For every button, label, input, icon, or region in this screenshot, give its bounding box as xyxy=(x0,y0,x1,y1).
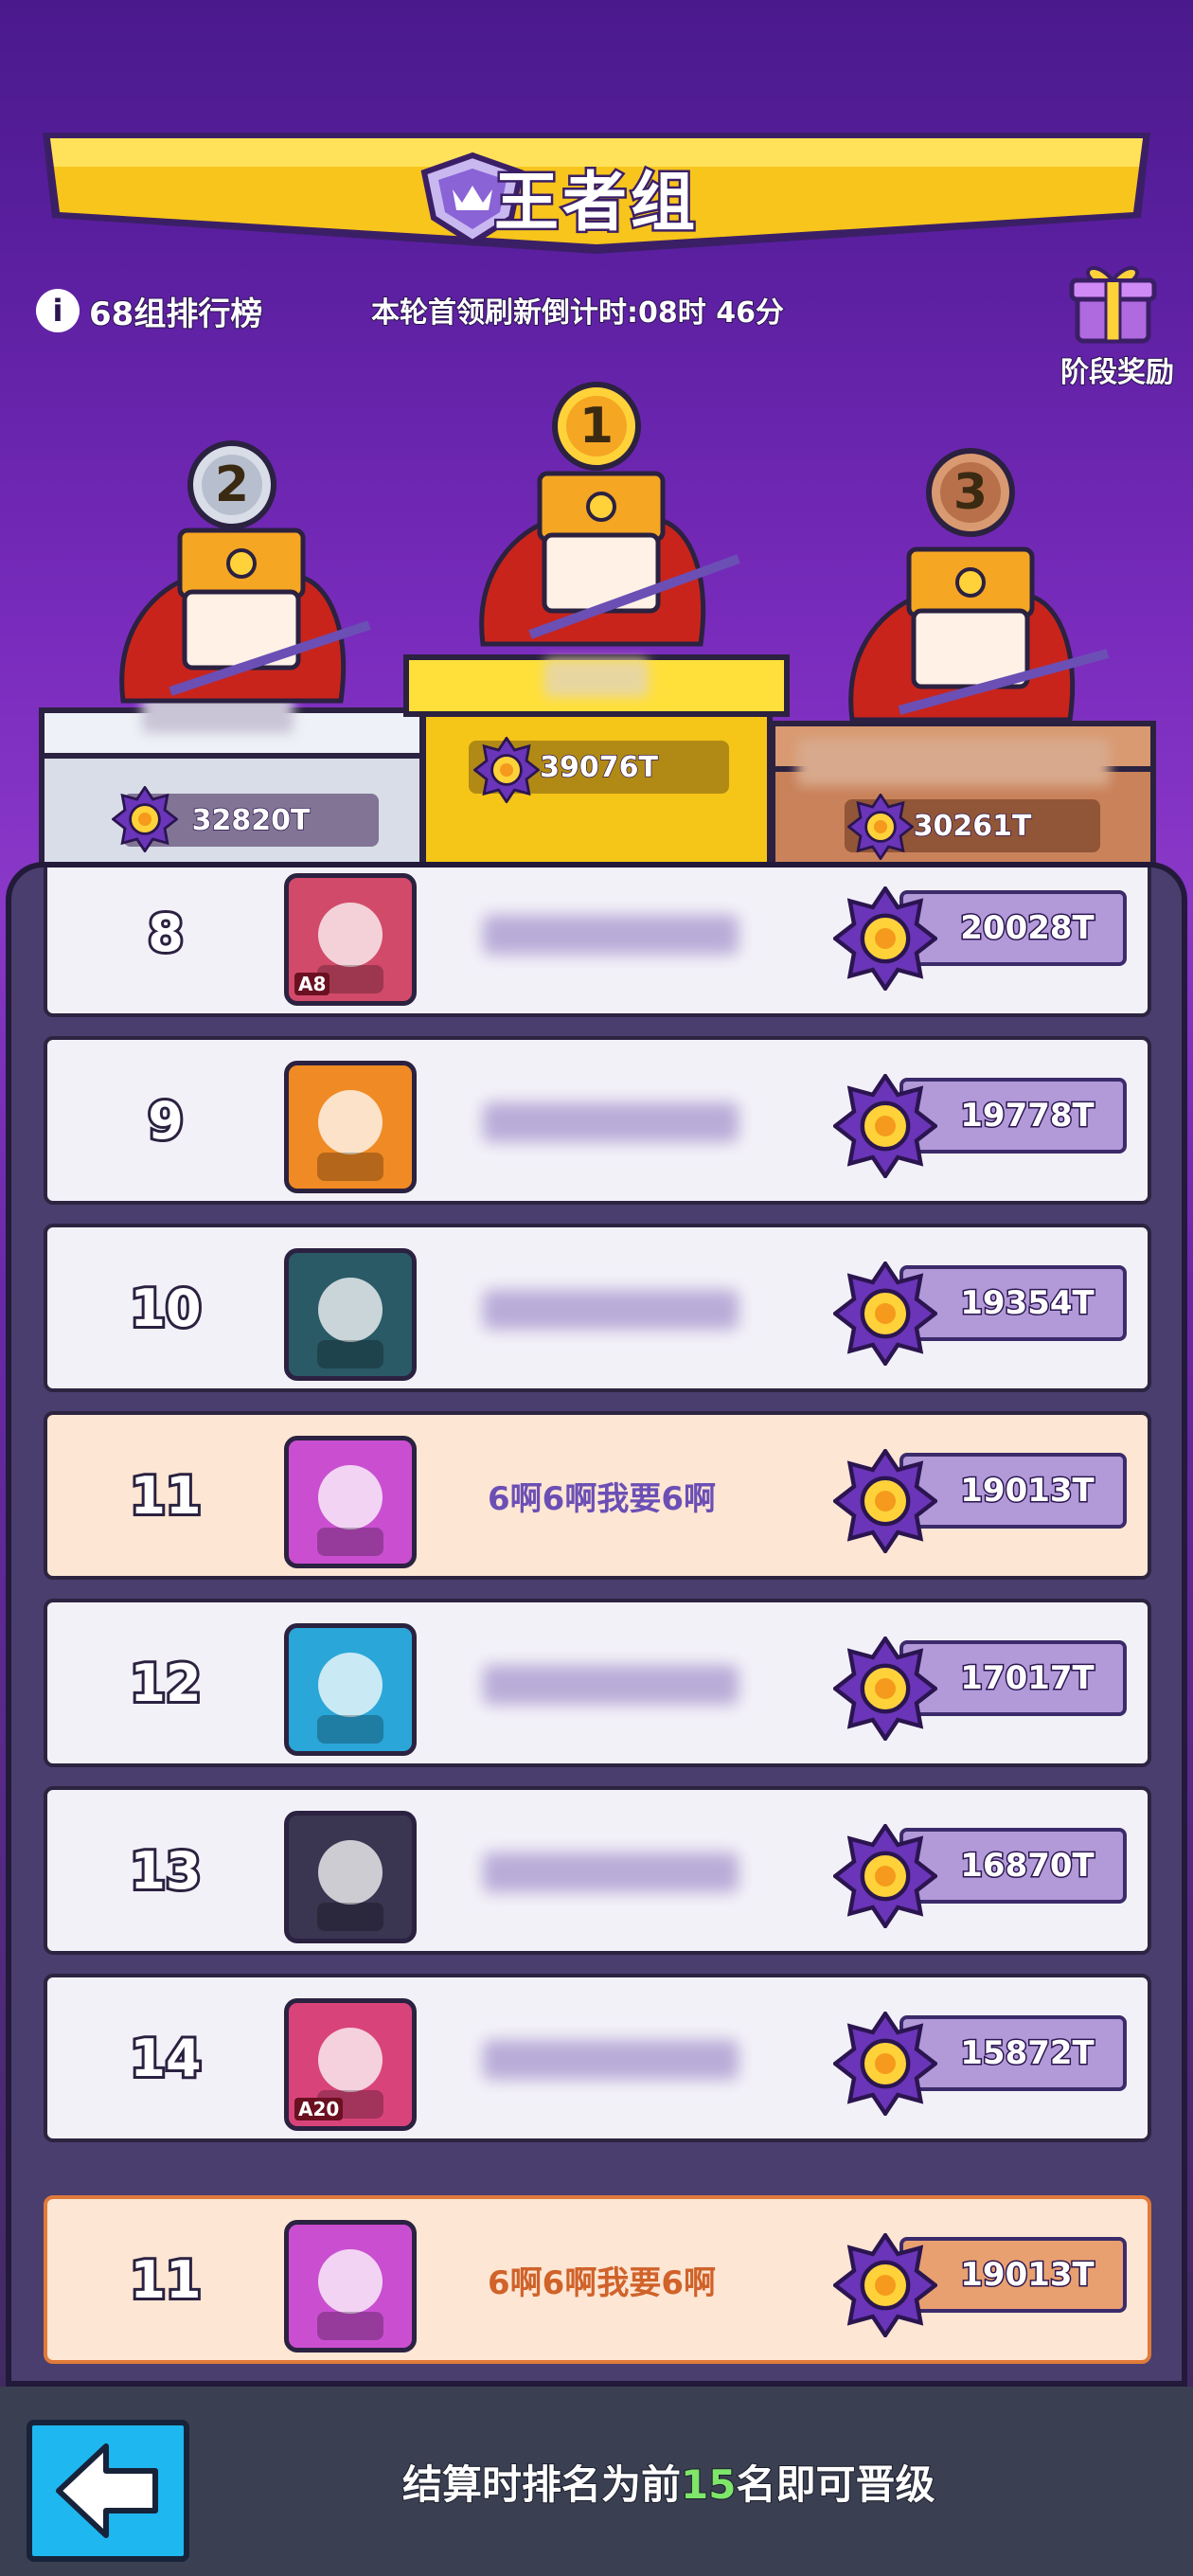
blurred-player-name xyxy=(483,915,739,955)
my-avatar[interactable] xyxy=(284,2220,417,2352)
avatar-tag: A20 xyxy=(294,2098,344,2120)
group-leaderboard-label[interactable]: i 68组排行榜 xyxy=(36,284,263,337)
player-avatar[interactable] xyxy=(284,1248,417,1381)
back-arrow-icon xyxy=(56,2443,158,2538)
podium-rank-1[interactable]: 39076T xyxy=(402,653,791,871)
coin-icon xyxy=(831,1635,939,1743)
coin-icon xyxy=(831,1072,939,1180)
table-row[interactable]: 12 17017T xyxy=(44,1599,1151,1767)
blurred-player-name xyxy=(483,1290,739,1330)
blurred-player-name xyxy=(797,739,1110,786)
stage-reward-label[interactable]: 阶段奖励 xyxy=(1046,349,1188,390)
podium-rank-2[interactable]: 32820T xyxy=(38,693,426,871)
table-row[interactable]: 14 A20 15872T xyxy=(44,1974,1151,2142)
coin-icon xyxy=(831,2231,939,2339)
player-name: 6啊6啊我要6啊 xyxy=(488,1479,716,1518)
medal-number: 2 xyxy=(214,456,250,513)
rank-number: 13 xyxy=(127,1838,204,1904)
blurred-player-name xyxy=(483,1665,739,1705)
group-label-text: 68组排行榜 xyxy=(88,295,263,334)
back-button[interactable] xyxy=(27,2420,189,2562)
rank-number: 8 xyxy=(145,901,187,966)
hero-character-rank-1 xyxy=(479,471,740,647)
info-icon[interactable]: i xyxy=(36,289,80,332)
my-rank-row[interactable]: 11 6啊6啊我要6啊 19013T xyxy=(44,2195,1151,2364)
coin-icon xyxy=(473,737,540,803)
hero-character-rank-3 xyxy=(848,546,1110,723)
rank-number: 10 xyxy=(127,1276,204,1341)
medal-rank-3: 3 xyxy=(923,445,1018,540)
coin-icon xyxy=(831,1260,939,1368)
blurred-player-name xyxy=(483,1102,739,1142)
rank-number: 14 xyxy=(127,2026,204,2091)
promotion-rank-threshold: 15 xyxy=(680,2460,737,2509)
player-avatar[interactable] xyxy=(284,1436,417,1568)
medal-number: 3 xyxy=(953,464,988,521)
avatar-tag: A8 xyxy=(294,973,330,995)
table-row[interactable]: 11 6啊6啊我要6啊 19013T xyxy=(44,1411,1151,1580)
blurred-player-name xyxy=(483,1852,739,1892)
rank-number: 11 xyxy=(127,1463,204,1529)
player-avatar[interactable] xyxy=(284,1061,417,1193)
coin-icon xyxy=(831,1822,939,1930)
my-player-name: 6啊6啊我要6啊 xyxy=(488,2263,716,2302)
coin-icon xyxy=(112,786,178,852)
my-rank-number: 11 xyxy=(127,2247,204,2313)
hero-character-rank-2 xyxy=(119,528,371,704)
promotion-hint: 结算时排名为前15名即可晋级 xyxy=(401,2453,935,2511)
medal-rank-1: 1 xyxy=(549,379,644,474)
leaderboard-list[interactable]: 8 A8 20028T 9 19778T 10 19354T 11 6啊6啊我要6啊 19013T… xyxy=(6,862,1187,2387)
coin-icon xyxy=(831,885,939,993)
podium-rank-3[interactable]: 30261T xyxy=(769,720,1157,871)
rank-number: 9 xyxy=(145,1088,187,1154)
coin-icon xyxy=(831,1447,939,1555)
player-avatar[interactable]: A20 xyxy=(284,1998,417,2131)
boss-refresh-countdown: 本轮首领刷新倒计时:08时 46分 xyxy=(370,295,785,331)
medal-rank-2: 2 xyxy=(185,438,279,532)
table-row[interactable]: 9 19778T xyxy=(44,1036,1151,1205)
player-avatar[interactable] xyxy=(284,1623,417,1756)
table-row[interactable]: 13 16870T xyxy=(44,1786,1151,1955)
player-avatar[interactable] xyxy=(284,1811,417,1943)
rank-number: 12 xyxy=(127,1651,204,1716)
promotion-hint-after: 名即可晋级 xyxy=(735,2460,935,2509)
coin-icon xyxy=(847,794,914,860)
gift-icon[interactable] xyxy=(1068,256,1158,346)
coin-icon xyxy=(831,2010,939,2118)
table-row[interactable]: 8 A8 20028T xyxy=(44,868,1151,1017)
promotion-hint-before: 结算时排名为前 xyxy=(401,2460,682,2509)
blurred-player-name xyxy=(544,659,649,697)
medal-number: 1 xyxy=(579,398,614,455)
group-title: 王者组 xyxy=(491,164,699,243)
player-avatar[interactable]: A8 xyxy=(284,873,417,1006)
table-row[interactable]: 10 19354T xyxy=(44,1224,1151,1392)
blurred-player-name xyxy=(483,2040,739,2080)
